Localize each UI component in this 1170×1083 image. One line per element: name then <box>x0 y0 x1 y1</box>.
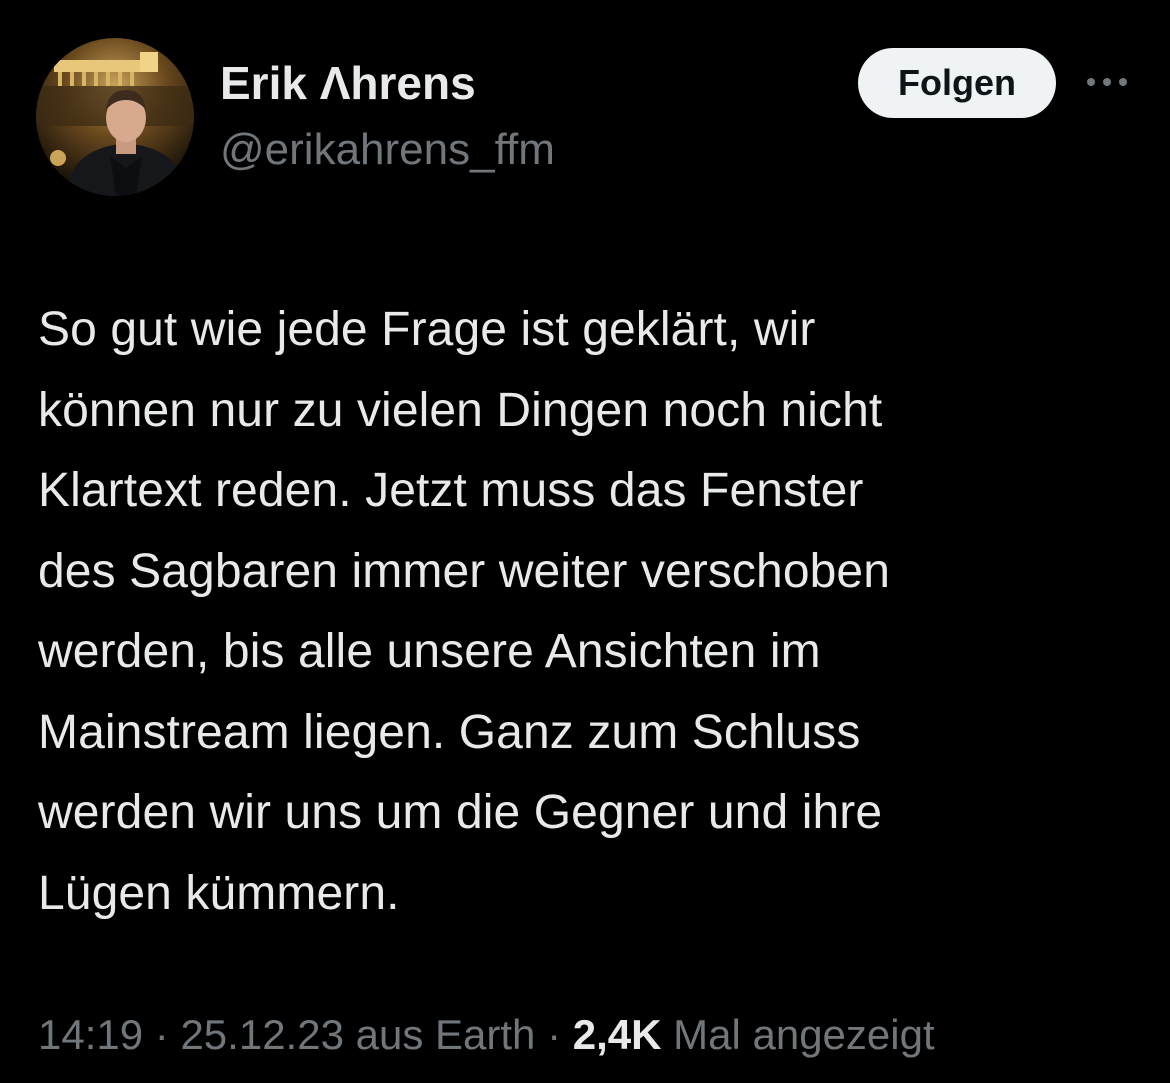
meta-separator: · <box>547 1011 562 1058</box>
follow-button[interactable]: Folgen <box>858 48 1056 118</box>
tweet-time[interactable]: 14:19 <box>38 1011 143 1058</box>
tweet-date[interactable]: 25.12.23 <box>180 1011 344 1058</box>
tweet-card: Erik Λhrens @erikahrens_ffm Folgen So gu… <box>0 0 1170 1083</box>
author-handle[interactable]: @erikahrens_ffm <box>220 125 555 174</box>
tweet-location: aus Earth <box>355 1011 536 1058</box>
more-horizontal-icon <box>1087 78 1127 86</box>
more-options-button[interactable] <box>1082 62 1132 102</box>
views-count[interactable]: 2,4K <box>573 1011 662 1058</box>
tweet-metadata: 14:19 · 25.12.23 aus Earth · 2,4K Mal an… <box>38 1010 935 1060</box>
author-avatar[interactable] <box>36 38 194 196</box>
meta-separator: · <box>154 1011 169 1058</box>
author-display-name[interactable]: Erik Λhrens <box>220 58 476 109</box>
views-label: Mal angezeigt <box>673 1011 935 1058</box>
profile-photo-icon <box>36 38 194 196</box>
tweet-text: So gut wie jede Frage ist geklärt, wir k… <box>38 303 891 920</box>
